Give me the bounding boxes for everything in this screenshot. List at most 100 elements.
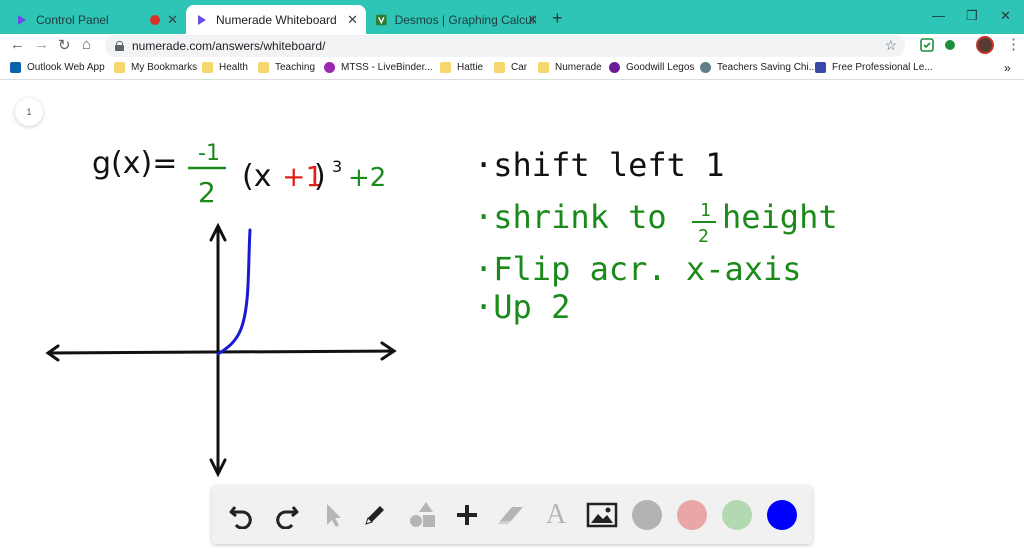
plus-icon	[457, 505, 477, 525]
restore-button[interactable]: ❐	[966, 8, 978, 24]
folder-icon	[538, 62, 549, 73]
eraser-icon	[498, 507, 523, 524]
bookmark-teaching[interactable]: Teaching	[258, 62, 315, 73]
image-tool-button[interactable]	[585, 498, 619, 532]
bookmark-label: Goodwill Legos	[626, 62, 695, 73]
tab-title: Numerade Whiteboard	[216, 12, 337, 27]
home-button[interactable]: ⌂	[82, 36, 91, 53]
bookmark-label: Outlook Web App	[27, 62, 105, 73]
whiteboard-toolbar: A	[212, 486, 812, 544]
folder-icon	[202, 62, 213, 73]
note-up: ·Up 2	[474, 288, 570, 326]
text-tool-icon: A	[545, 499, 567, 530]
redo-button[interactable]	[270, 498, 304, 532]
back-button[interactable]: ←	[10, 36, 25, 53]
bookmark-label: Numerade	[555, 62, 602, 73]
recording-indicator-icon	[150, 15, 160, 25]
color-swatch-green[interactable]	[722, 500, 752, 530]
bookmark-star-icon[interactable]: ☆	[884, 37, 897, 54]
tab-title: Control Panel	[36, 12, 109, 27]
pointer-icon	[327, 504, 341, 527]
bookmark-numerade[interactable]: Numerade	[538, 62, 602, 73]
goodwill-icon	[609, 62, 620, 73]
livebinder-icon	[324, 62, 335, 73]
forward-button[interactable]: →	[34, 36, 49, 53]
equation-lhs: g(x)=	[92, 146, 177, 181]
minimize-button[interactable]: —	[932, 8, 945, 23]
equation-close-paren: )	[314, 159, 326, 194]
whiteboard-canvas[interactable]: 1 g(x)= -1 2 (x +1 ) 3 +2 ·shift left 1 …	[0, 80, 1024, 552]
globe-icon	[700, 62, 711, 73]
add-button[interactable]	[450, 498, 484, 532]
extension-screencast-icon[interactable]	[920, 38, 934, 52]
bookmark-car[interactable]: Car	[494, 62, 527, 73]
color-swatch-pink[interactable]	[677, 500, 707, 530]
bookmark-mtss[interactable]: MTSS - LiveBinder...	[324, 62, 433, 73]
address-text: numerade.com/answers/whiteboard/	[132, 39, 326, 53]
bookmark-outlook[interactable]: Outlook Web App	[10, 62, 105, 73]
eraser-tool-button[interactable]	[494, 498, 528, 532]
shapes-tool-button[interactable]	[405, 498, 439, 532]
bookmark-goodwill[interactable]: Goodwill Legos	[609, 62, 694, 73]
tab-close-icon[interactable]: ✕	[527, 12, 538, 28]
numerade-favicon-icon	[18, 14, 26, 25]
reload-button[interactable]: ↻	[58, 36, 71, 54]
handwriting-layer: g(x)= -1 2 (x +1 ) 3 +2 ·shift left 1 ·s…	[45, 141, 838, 478]
graph-curve	[216, 228, 252, 356]
close-window-button[interactable]: ✕	[1000, 8, 1011, 24]
shapes-icon	[410, 502, 435, 527]
tab-close-icon[interactable]: ✕	[167, 12, 178, 28]
note-shrink-frac-num: 1	[700, 200, 711, 221]
tab-control-panel[interactable]: Control Panel ✕	[6, 5, 186, 34]
color-swatch-blue[interactable]	[767, 500, 797, 530]
note-shrink-suffix: height	[722, 198, 838, 236]
note-shrink-frac-den: 2	[698, 226, 709, 247]
profile-avatar[interactable]	[976, 36, 994, 54]
tab-numerade-whiteboard[interactable]: Numerade Whiteboard ✕	[186, 5, 366, 34]
notes: ·shift left 1 ·shrink to 1 2 height ·Fli…	[474, 146, 838, 326]
bookmark-label: Free Professional Le...	[832, 62, 933, 73]
tab-desmos[interactable]: Desmos | Graphing Calculator ✕	[366, 5, 546, 34]
browser-tab-bar: Control Panel ✕ Numerade Whiteboard ✕ De…	[0, 0, 1024, 34]
outlook-icon	[10, 62, 21, 73]
more-menu-icon[interactable]: ⋮	[1006, 35, 1021, 53]
bookmark-teachers-saving[interactable]: Teachers Saving Chi...	[700, 62, 817, 73]
bookmark-label: Teaching	[275, 62, 316, 73]
color-swatch-gray[interactable]	[632, 500, 662, 530]
tab-title: Desmos | Graphing Calculator	[394, 12, 536, 27]
text-tool-button[interactable]: A	[539, 498, 573, 532]
undo-button[interactable]	[224, 498, 258, 532]
folder-icon	[494, 62, 505, 73]
equation-coef-numerator: -1	[198, 141, 220, 166]
folder-icon	[440, 62, 451, 73]
equation-open-paren: (x	[242, 159, 271, 194]
extension-leaf-icon[interactable]	[943, 38, 957, 52]
desmos-favicon-icon	[376, 14, 387, 25]
lock-icon	[115, 41, 124, 51]
more-bookmarks-button[interactable]: »	[1004, 61, 1011, 75]
undo-icon	[229, 506, 252, 529]
image-icon	[586, 502, 618, 528]
pen-tool-button[interactable]	[358, 498, 392, 532]
coordinate-axes	[45, 222, 397, 478]
bookmark-label: Hattie	[457, 62, 484, 73]
equation-power: 3	[332, 157, 342, 176]
bookmark-label: MTSS - LiveBinder...	[341, 62, 433, 73]
bookmark-my-bookmarks[interactable]: My Bookmarks	[114, 62, 197, 73]
bookmark-health[interactable]: Health	[202, 62, 248, 73]
address-bar[interactable]: numerade.com/answers/whiteboard/ ☆	[105, 35, 905, 57]
folder-icon	[258, 62, 269, 73]
note-shift-left: ·shift left 1	[474, 146, 724, 184]
browser-toolbar: ← → ↻ ⌂ numerade.com/answers/whiteboard/…	[0, 34, 1024, 58]
new-tab-button[interactable]: +	[552, 8, 563, 29]
redo-icon	[276, 506, 299, 529]
equation-coef-denominator: 2	[198, 176, 216, 209]
bookmarks-bar: Outlook Web App My Bookmarks Health Teac…	[0, 58, 1024, 80]
bookmark-free-professional[interactable]: Free Professional Le...	[815, 62, 933, 73]
select-tool-button[interactable]	[315, 498, 349, 532]
tab-close-icon[interactable]: ✕	[347, 12, 358, 28]
bookmark-hattie[interactable]: Hattie	[440, 62, 483, 73]
numerade-favicon-icon	[198, 14, 206, 25]
pencil-icon	[365, 506, 384, 525]
bookmark-label: Health	[219, 62, 248, 73]
